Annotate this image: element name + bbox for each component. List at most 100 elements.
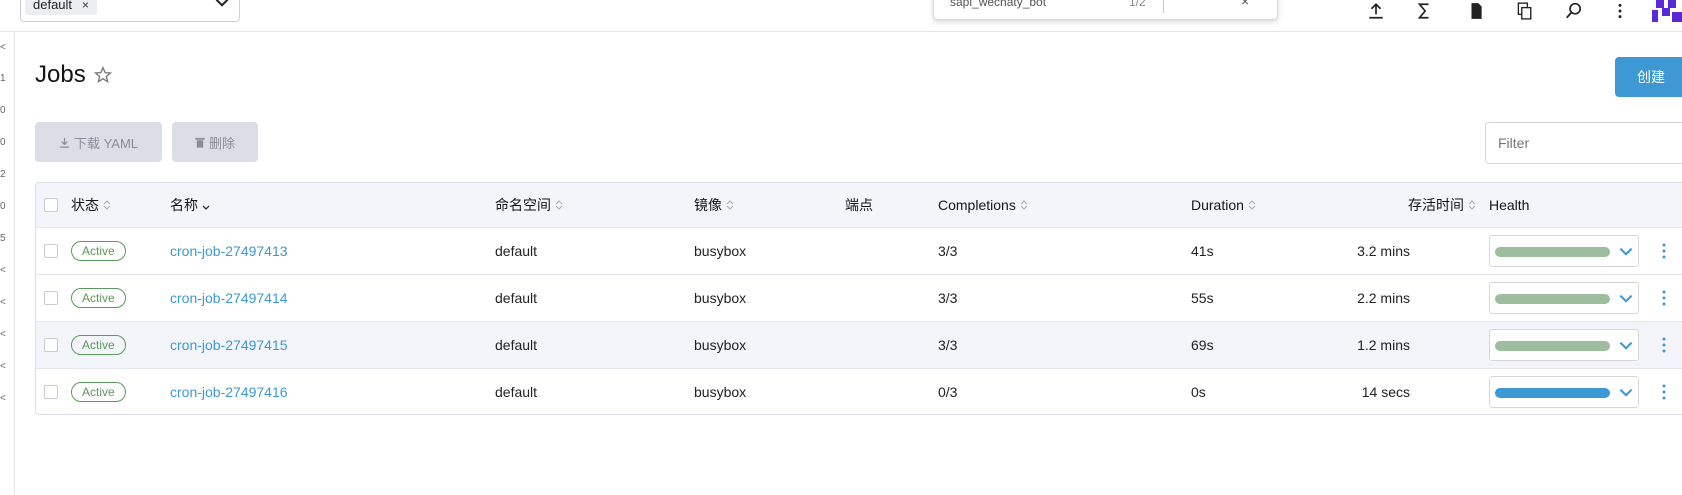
health-indicator[interactable]: [1489, 282, 1639, 314]
row-select-cell: [44, 275, 58, 321]
duration-cell: 69s: [1191, 337, 1214, 353]
row-select-cell: [44, 322, 58, 368]
name-cell: cron-job-27497414: [170, 275, 288, 321]
copy-icon[interactable]: [1513, 0, 1535, 22]
completions-cell: 3/3: [938, 243, 958, 259]
job-name-link[interactable]: cron-job-27497415: [170, 337, 288, 353]
header-completions-label: Completions: [938, 197, 1016, 213]
left-nav-mark[interactable]: 2: [0, 169, 12, 181]
duration-cell: 0s: [1191, 384, 1206, 400]
job-name-link[interactable]: cron-job-27497413: [170, 243, 288, 259]
namespace-cell: default: [495, 243, 538, 259]
search-popup-query: sapi_wechaty_bot: [950, 0, 1047, 9]
left-nav-mark[interactable]: 0: [0, 137, 12, 149]
row-checkbox[interactable]: [44, 338, 58, 352]
chevron-down-icon[interactable]: [213, 0, 231, 12]
image-cell: busybox: [694, 243, 747, 259]
namespace-chip: default ×: [25, 0, 98, 15]
left-nav-mark[interactable]: 0: [0, 105, 12, 117]
top-header: default × sapi_wechaty_bot 1/2 ×: [0, 0, 1682, 32]
header-health: Health: [1489, 183, 1529, 227]
health-bar: [1495, 294, 1610, 304]
left-nav-mark[interactable]: <: [0, 297, 12, 309]
chevron-down-icon[interactable]: [1617, 384, 1635, 402]
resource-search-popup[interactable]: sapi_wechaty_bot 1/2 ×: [933, 0, 1278, 20]
upload-icon[interactable]: [1365, 0, 1387, 22]
header-image[interactable]: 镜像: [694, 183, 734, 227]
header-duration-label: Duration: [1191, 197, 1244, 213]
select-all-checkbox[interactable]: [44, 198, 58, 212]
header-state[interactable]: 状态: [71, 183, 111, 227]
left-nav-mark[interactable]: <: [0, 265, 12, 277]
star-icon[interactable]: [93, 66, 112, 84]
header-namespace[interactable]: 命名空间: [495, 183, 563, 227]
namespace-chip-remove-icon[interactable]: ×: [82, 0, 89, 15]
download-icon: [59, 137, 70, 148]
table-header-row: 状态 名称 命名空间 镜像 端点 Completions Duration 存活…: [36, 183, 1682, 228]
health-indicator[interactable]: [1489, 235, 1639, 267]
namespace-chip-label: default: [33, 0, 73, 12]
header-age[interactable]: 存活时间: [1408, 183, 1476, 227]
more-vertical-icon[interactable]: [1661, 242, 1667, 260]
namespace-cell: default: [495, 384, 538, 400]
search-icon[interactable]: [1563, 0, 1585, 22]
row-checkbox[interactable]: [44, 291, 58, 305]
table-row[interactable]: Active cron-job-27497416 default busybox 0/3…: [36, 369, 1682, 414]
left-nav-mark[interactable]: <: [0, 361, 12, 373]
close-icon[interactable]: ×: [1241, 0, 1249, 9]
delete-button[interactable]: 删除: [172, 122, 258, 162]
sigma-icon[interactable]: [1413, 0, 1435, 22]
chevron-down-icon[interactable]: [1617, 243, 1635, 261]
status-badge: Active: [71, 335, 126, 355]
more-vertical-icon[interactable]: [1661, 383, 1667, 401]
left-nav-mark[interactable]: <: [0, 329, 12, 341]
age-cell: 1.2 mins: [1357, 337, 1410, 353]
download-yaml-button[interactable]: 下载 YAML: [35, 122, 162, 162]
sort-icon: [1248, 199, 1256, 211]
page-title-text: Jobs: [35, 61, 86, 88]
left-nav-mark[interactable]: 0: [0, 201, 12, 213]
left-nav-mark[interactable]: <: [0, 42, 12, 54]
image-cell: busybox: [694, 290, 747, 306]
header-completions[interactable]: Completions: [938, 183, 1028, 227]
more-vertical-icon[interactable]: [1609, 0, 1631, 22]
left-nav-mark[interactable]: <: [0, 393, 12, 405]
health-bar: [1495, 247, 1610, 257]
row-checkbox[interactable]: [44, 385, 58, 399]
table-row[interactable]: Active cron-job-27497414 default busybox 3/3…: [36, 275, 1682, 322]
state-cell: Active: [71, 322, 126, 368]
job-name-link[interactable]: cron-job-27497416: [170, 384, 288, 400]
table-row[interactable]: Active cron-job-27497413 default busybox 3/3…: [36, 228, 1682, 275]
table-row[interactable]: Active cron-job-27497415 default busybox 3/3…: [36, 322, 1682, 369]
chevron-down-icon[interactable]: [1617, 290, 1635, 308]
sort-icon: [1020, 199, 1028, 211]
header-image-label: 镜像: [694, 197, 722, 213]
delete-label: 删除: [208, 135, 235, 151]
page-title: Jobs: [35, 61, 112, 89]
chevron-down-icon[interactable]: [1617, 337, 1635, 355]
filter-input[interactable]: [1485, 122, 1682, 164]
age-cell: 3.2 mins: [1357, 243, 1410, 259]
left-nav-mark[interactable]: 1: [0, 73, 12, 85]
create-button[interactable]: 创建: [1615, 57, 1682, 97]
select-all-cell: [44, 183, 58, 227]
job-name-link[interactable]: cron-job-27497414: [170, 290, 288, 306]
state-cell: Active: [71, 369, 126, 414]
name-cell: cron-job-27497416: [170, 369, 288, 414]
header-duration[interactable]: Duration: [1191, 183, 1256, 227]
row-checkbox[interactable]: [44, 244, 58, 258]
left-nav-mark[interactable]: 5: [0, 233, 12, 245]
completions-cell: 3/3: [938, 337, 958, 353]
health-bar: [1495, 388, 1610, 398]
health-indicator[interactable]: [1489, 376, 1639, 408]
more-vertical-icon[interactable]: [1661, 336, 1667, 354]
status-badge: Active: [71, 382, 126, 402]
header-name[interactable]: 名称: [170, 183, 210, 227]
namespace-select[interactable]: default ×: [20, 0, 240, 22]
file-icon[interactable]: [1465, 0, 1487, 22]
header-endpoints-label: 端点: [845, 197, 873, 213]
image-cell: busybox: [694, 337, 747, 353]
health-indicator[interactable]: [1489, 329, 1639, 361]
more-vertical-icon[interactable]: [1661, 289, 1667, 307]
duration-cell: 41s: [1191, 243, 1214, 259]
